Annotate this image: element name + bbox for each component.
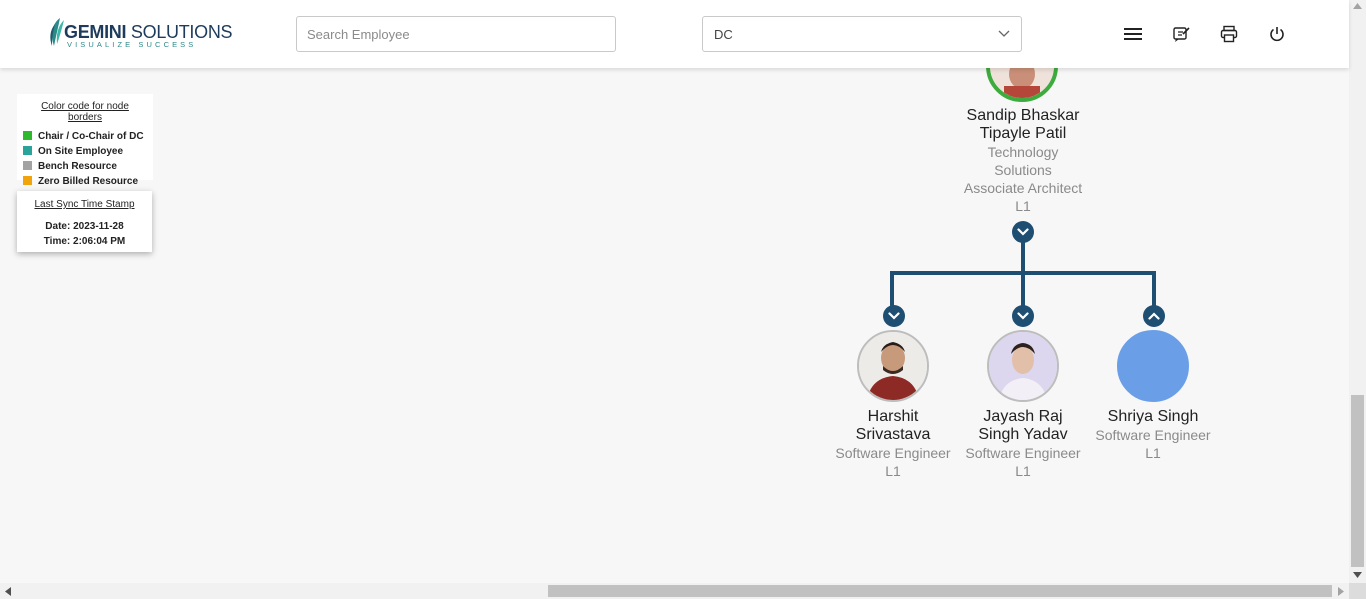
chevron-down-icon <box>1017 228 1029 236</box>
chevron-down-icon <box>1017 312 1029 320</box>
child-expand-toggle[interactable] <box>883 305 905 327</box>
dc-select[interactable]: DC <box>702 16 1022 52</box>
legend-swatch <box>23 130 32 140</box>
employee-name[interactable]: Harshit Srivastava <box>823 408 963 444</box>
print-icon <box>1220 25 1238 43</box>
scroll-up-arrow-icon[interactable] <box>1353 3 1362 9</box>
feedback-button[interactable] <box>1169 22 1193 46</box>
legend-item: Chair / Co-Chair of DC <box>23 129 147 144</box>
dc-select-value: DC <box>714 26 733 42</box>
scroll-down-arrow-icon[interactable] <box>1353 572 1362 578</box>
employee-details: Software Engineer L1 <box>1095 427 1211 461</box>
legend-swatch <box>23 175 32 185</box>
legend-title: Color code for node borders <box>41 101 129 123</box>
print-button[interactable] <box>1217 22 1241 46</box>
legend-item: Bench Resource <box>23 159 147 174</box>
employee-avatar[interactable] <box>987 330 1059 402</box>
tree-connector <box>1152 271 1156 307</box>
employee-avatar-placeholder[interactable] <box>1117 330 1189 402</box>
chevron-down-icon <box>888 312 900 320</box>
employee-name[interactable]: Jayash Raj Singh Yadav <box>953 408 1093 444</box>
sync-date: Date: 2023-11-28 <box>45 221 124 232</box>
chevron-down-icon <box>998 30 1010 37</box>
tree-connector <box>890 271 894 307</box>
employee-details: Software Engineer L1 <box>965 445 1081 479</box>
root-employee-details: Technology Solutions Associate Architect… <box>963 144 1083 214</box>
scroll-right-arrow-icon[interactable] <box>1338 587 1344 596</box>
border-color-legend: Color code for node borders Chair / Co-C… <box>17 94 153 187</box>
menu-icon <box>1124 28 1142 40</box>
root-employee-name[interactable]: Sandip Bhaskar Tipayle Patil <box>953 107 1093 143</box>
logo-tagline: VISUALIZE SUCCESS <box>67 40 197 49</box>
vertical-scroll-thumb[interactable] <box>1351 395 1364 567</box>
tree-connector <box>1021 271 1025 307</box>
chevron-up-icon <box>1148 312 1160 320</box>
employee-avatar[interactable] <box>857 330 929 402</box>
sync-timestamp-card: Last Sync Time Stamp Date: 2023-11-28 Ti… <box>17 191 152 252</box>
employee-details: Software Engineer L1 <box>835 445 951 479</box>
horizontal-scroll-thumb[interactable] <box>548 585 1332 597</box>
gemini-logo[interactable]: GEMINI SOLUTIONS VISUALIZE SUCCESS <box>46 16 233 52</box>
legend-swatch <box>23 160 32 170</box>
legend-swatch <box>23 145 32 155</box>
menu-button[interactable] <box>1121 22 1145 46</box>
sync-time: Time: 2:06:04 PM <box>43 236 126 247</box>
feedback-edit-icon <box>1173 27 1190 42</box>
root-collapse-toggle[interactable] <box>1012 221 1034 243</box>
logout-button[interactable] <box>1265 22 1289 46</box>
legend-item: On Site Employee <box>23 144 147 159</box>
person-photo-icon <box>989 332 1057 400</box>
scroll-left-arrow-icon[interactable] <box>5 587 11 596</box>
legend-item: Zero Billed Resource <box>23 174 147 189</box>
person-photo-icon <box>859 332 927 400</box>
top-header: GEMINI SOLUTIONS VISUALIZE SUCCESS DC <box>0 0 1349 68</box>
employee-name[interactable]: Shriya Singh <box>1083 408 1223 426</box>
child-expand-toggle[interactable] <box>1012 305 1034 327</box>
child-collapse-toggle[interactable] <box>1143 305 1165 327</box>
power-icon <box>1270 27 1284 42</box>
sync-title: Last Sync Time Stamp <box>34 199 135 210</box>
scrollbar-corner <box>1349 583 1366 599</box>
search-employee-input[interactable] <box>296 16 616 52</box>
tree-connector <box>1021 242 1025 274</box>
